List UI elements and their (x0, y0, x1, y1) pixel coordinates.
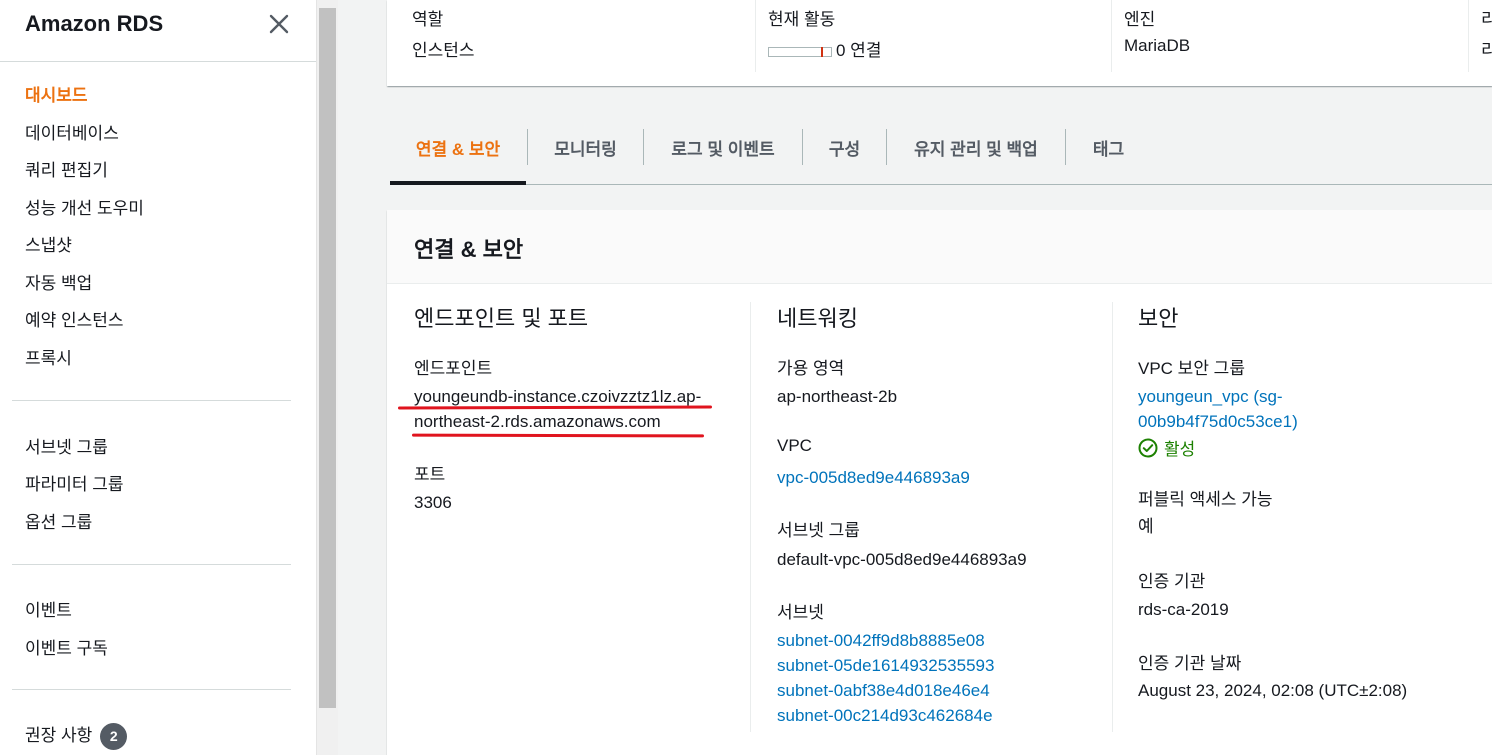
sidebar-item-event-subscriptions[interactable]: 이벤트 구독 (25, 634, 108, 659)
engine-value: MariaDB (1124, 36, 1191, 55)
activity-text: 0 연결 (836, 41, 882, 60)
activity-marker (821, 46, 823, 57)
column-divider (1111, 0, 1112, 72)
detail-tabs: 연결 & 보안 모니터링 로그 및 이벤트 구성 유지 관리 및 백업 태그 (390, 110, 1492, 185)
sidebar-item-performance-insights[interactable]: 성능 개선 도우미 (25, 194, 144, 219)
security-group-label: VPC 보안 그룹 (1138, 359, 1245, 378)
vpc-link[interactable]: vpc-005d8ed9e446893a9 (777, 465, 970, 490)
role-label: 역할 (412, 10, 444, 29)
tab-configuration[interactable]: 구성 (803, 110, 886, 184)
sidebar-item-query-editor[interactable]: 쿼리 편집기 (25, 156, 108, 181)
subnet-link[interactable]: subnet-05de1614932535593 (777, 653, 994, 678)
endpoint-value-line2: northeast-2.rds.amazonaws.com (414, 412, 661, 431)
sidebar-item-databases[interactable]: 데이터베이스 (25, 119, 119, 144)
activity-value: 0 연결 (768, 36, 881, 61)
endpoint-label: 엔드포인트 (414, 359, 493, 378)
certificate-authority-value: rds-ca-2019 (1138, 600, 1229, 619)
activity-bar (768, 46, 832, 57)
sidebar-item-subnet-groups[interactable]: 서브넷 그룹 (25, 433, 108, 458)
close-icon[interactable] (266, 11, 292, 37)
scroll-thumb[interactable] (319, 8, 336, 708)
summary-card: 역할 인스턴스 현재 활동 0 연결 엔진 MariaDB 리 리 (387, 0, 1492, 86)
security-group-status: 활성 (1138, 435, 1195, 460)
sidebar-item-dashboard[interactable]: 대시보드 (25, 81, 88, 106)
tab-maintenance-backups[interactable]: 유지 관리 및 백업 (887, 110, 1065, 184)
sidebar-title: Amazon RDS (25, 11, 164, 36)
sidebar-header: Amazon RDS (0, 0, 316, 62)
networking-section-title: 네트워킹 (777, 306, 858, 331)
sidebar-item-automated-backups[interactable]: 자동 백업 (25, 269, 92, 294)
tab-logs-events[interactable]: 로그 및 이벤트 (644, 110, 802, 184)
security-section-title: 보안 (1138, 306, 1179, 331)
vpc-label: VPC (777, 436, 812, 455)
subnet-link[interactable]: subnet-0abf38e4d018e46e4 (777, 678, 990, 703)
check-circle-icon (1138, 438, 1158, 457)
sidebar-item-proxies[interactable]: 프록시 (25, 344, 72, 369)
subnets-label: 서브넷 (777, 603, 824, 622)
column-divider (1468, 0, 1469, 72)
count-badge: 2 (100, 723, 128, 751)
sidebar-item-recommendations[interactable]: 권장 사항 2 (25, 721, 128, 751)
security-group-link-line2[interactable]: 00b9b4f75d0c53ce1) (1138, 409, 1298, 434)
az-label: 가용 영역 (777, 359, 845, 378)
sidebar-scrollbar[interactable] (316, 0, 338, 755)
subnet-link[interactable]: subnet-00c214d93c462684e (777, 703, 993, 728)
engine-label: 엔진 (1124, 10, 1156, 29)
sidebar-item-option-groups[interactable]: 옵션 그룹 (25, 508, 92, 533)
nav-divider (12, 689, 291, 690)
sidebar: Amazon RDS 대시보드 데이터베이스 쿼리 편집기 성능 개선 도우미 … (0, 0, 316, 755)
subnet-group-label: 서브넷 그룹 (777, 521, 860, 540)
sidebar-item-parameter-groups[interactable]: 파라미터 그룹 (25, 470, 124, 495)
security-group-link-line1[interactable]: youngeun_vpc (sg- (1138, 384, 1283, 409)
sidebar-item-reserved-instances[interactable]: 예약 인스턴스 (25, 306, 124, 331)
tab-connectivity-security[interactable]: 연결 & 보안 (390, 110, 526, 184)
panel-title: 연결 & 보안 (414, 237, 524, 262)
region-label: 리 (1481, 10, 1492, 29)
status-text: 활성 (1164, 440, 1196, 459)
active-tab-indicator (390, 181, 526, 185)
region-value: 리 (1481, 41, 1492, 60)
certificate-date-label: 인증 기관 날짜 (1138, 654, 1242, 673)
tab-tags[interactable]: 태그 (1066, 110, 1151, 184)
public-access-value: 예 (1138, 517, 1154, 536)
connectivity-security-panel: 연결 & 보안 엔드포인트 및 포트 엔드포인트 youngeundb-inst… (387, 210, 1492, 755)
sidebar-item-events[interactable]: 이벤트 (25, 596, 72, 621)
nav-divider (12, 564, 291, 565)
port-value: 3306 (414, 493, 452, 512)
activity-label: 현재 활동 (768, 10, 836, 29)
subnet-link[interactable]: subnet-0042ff9d8b8885e08 (777, 628, 985, 653)
az-value: ap-northeast-2b (777, 387, 898, 406)
tab-monitoring[interactable]: 모니터링 (528, 110, 643, 184)
port-label: 포트 (414, 465, 446, 484)
public-access-label: 퍼블릭 액세스 가능 (1138, 490, 1273, 509)
nav-divider (12, 400, 291, 401)
column-divider (1112, 302, 1113, 732)
sidebar-item-snapshots[interactable]: 스냅샷 (25, 231, 72, 256)
sidebar-item-label: 권장 사항 (25, 726, 93, 745)
certificate-authority-label: 인증 기관 (1138, 572, 1206, 591)
role-value: 인스턴스 (412, 41, 475, 60)
endpoint-section-title: 엔드포인트 및 포트 (414, 306, 589, 331)
column-divider (755, 0, 756, 72)
panel-header: 연결 & 보안 (387, 210, 1492, 284)
column-divider (750, 302, 751, 732)
subnet-group-value: default-vpc-005d8ed9e446893a9 (777, 550, 1027, 569)
certificate-date-value: August 23, 2024, 02:08 (UTC±2:08) (1138, 681, 1408, 700)
